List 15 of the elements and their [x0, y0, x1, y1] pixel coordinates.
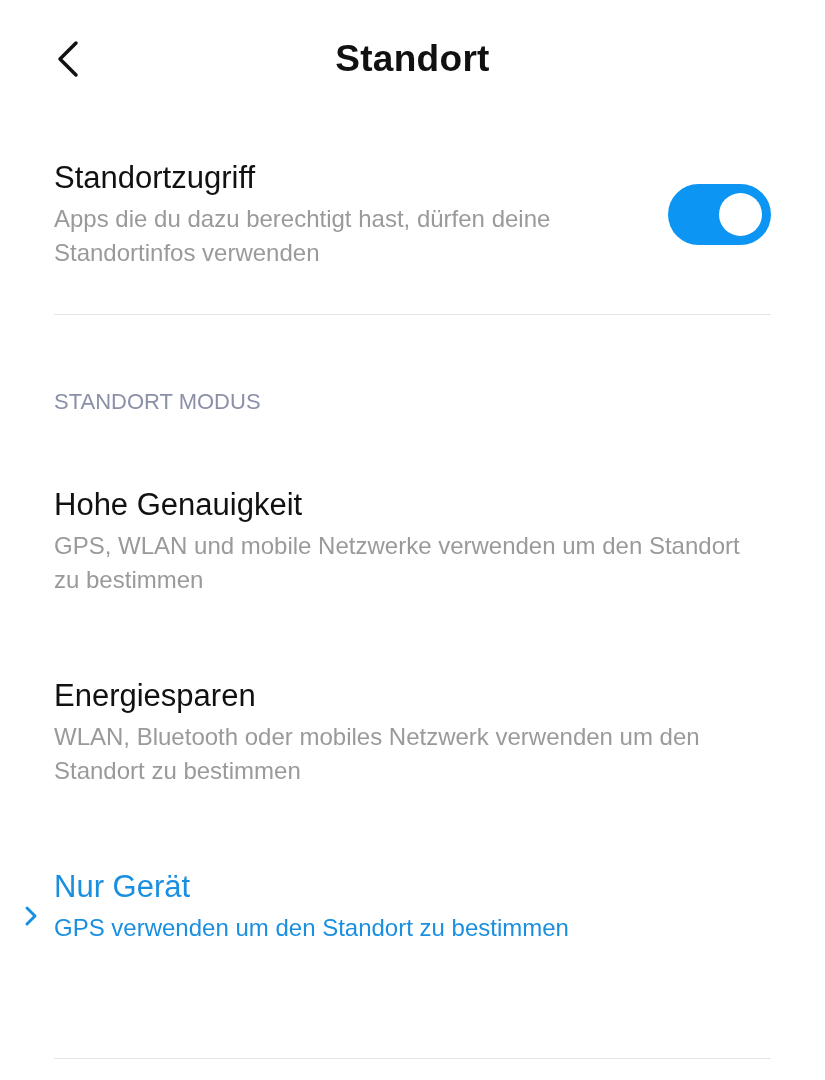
chevron-icon — [24, 905, 38, 927]
mode-description: GPS, WLAN und mobile Netzwerke verwenden um den Standort zu bestimmen — [54, 531, 741, 595]
back-icon[interactable] — [56, 40, 80, 78]
setting-description: Apps die du dazu berechtigt hast, dürfen deine Standortinfos verwenden — [54, 204, 552, 268]
page-title: Standort — [335, 38, 490, 80]
mode-title: Energiesparen — [54, 677, 257, 715]
mode-description: WLAN, Bluetooth oder mobiles Netzwerk verwenden um den Standort zu bestimmen — [54, 722, 701, 786]
mode-title: Nur Gerät — [54, 868, 192, 906]
section-heading: STANDORT MODUS — [54, 389, 262, 415]
mode-option[interactable]: Hohe Genauigkeit GPS, WLAN und mobile Netzwerke verwenden um den Standort zu bestimmen — [54, 485, 771, 676]
toggle-switch[interactable] — [668, 184, 771, 245]
setting-title: Standortzugriff — [54, 159, 257, 197]
mode-option[interactable]: Energiesparen WLAN, Bluetooth oder mobiles Netzwerk verwenden um den Standort zu bestimmen — [54, 676, 771, 867]
mode-description: GPS verwenden um den Standort zu bestimmen — [54, 913, 570, 943]
mode-title: Hohe Genauigkeit — [54, 486, 304, 524]
